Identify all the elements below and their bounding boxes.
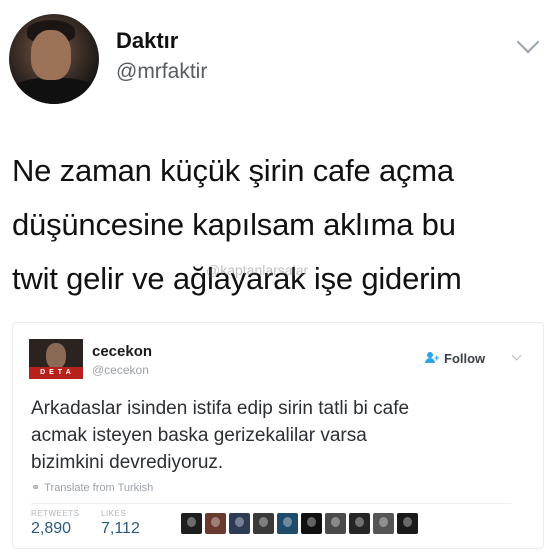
tweet-text: Ne zaman küçük şirin cafe açma düşüncesi…: [12, 144, 542, 306]
liker-avatar[interactable]: [229, 513, 250, 534]
retweets-stat[interactable]: RETWEETS 2,890: [31, 509, 79, 538]
quoted-display-name[interactable]: cecekon: [92, 343, 152, 360]
likes-label: LIKES: [101, 509, 127, 518]
tweet-text-line: twit gelir ve ağlayarak işe giderim: [12, 261, 462, 296]
quoted-tweet-card[interactable]: D E T A cecekon @cecekon + Follow Arkada…: [12, 322, 544, 549]
tweet-screenshot: Daktır @mrfaktir Ne zaman küçük şirin ca…: [0, 0, 554, 554]
liker-avatar[interactable]: [301, 513, 322, 534]
liker-avatar[interactable]: [397, 513, 418, 534]
user-handle[interactable]: @mrfaktir: [116, 60, 207, 84]
display-name[interactable]: Daktır: [116, 28, 178, 54]
quoted-text-line: Arkadaslar isinden istifa edip sirin tat…: [31, 398, 410, 419]
liker-avatar[interactable]: [349, 513, 370, 534]
chevron-down-icon[interactable]: [516, 30, 540, 54]
liker-avatar[interactable]: [253, 513, 274, 534]
follow-button[interactable]: + Follow: [425, 347, 485, 369]
liker-avatar[interactable]: [205, 513, 226, 534]
retweets-label: RETWEETS: [31, 509, 80, 518]
globe-icon: ⚭: [31, 482, 41, 494]
quoted-text-line: acmak isteyen baska gerizekalilar varsa: [31, 425, 367, 446]
liker-avatar[interactable]: [181, 513, 202, 534]
follow-label: Follow: [444, 350, 486, 366]
avatar-banner-text: D E T A: [29, 367, 83, 379]
add-user-icon: +: [425, 352, 439, 364]
quoted-user-handle[interactable]: @cecekon: [92, 363, 149, 377]
liker-avatar[interactable]: [373, 513, 394, 534]
liker-avatar[interactable]: [325, 513, 346, 534]
quoted-text-line: bizimkini devrediyoruz.: [31, 452, 224, 473]
tweet-text-line: Ne zaman küçük şirin cafe açma: [12, 153, 454, 188]
watermark: @kaptanlarsalar: [206, 262, 309, 278]
avatar[interactable]: [9, 14, 99, 104]
liker-avatar[interactable]: [277, 513, 298, 534]
quoted-tweet-text: Arkadaslar isinden istifa edip sirin tat…: [31, 395, 531, 476]
chevron-down-icon[interactable]: [511, 350, 522, 361]
likes-stat[interactable]: LIKES 7,112: [101, 509, 140, 538]
likers-avatars: [181, 513, 418, 534]
likes-count: 7,112: [101, 520, 140, 537]
translate-label: Translate from Turkish: [44, 481, 154, 494]
quoted-avatar[interactable]: D E T A: [29, 339, 83, 379]
tweet-text-line: düşüncesine kapılsam aklıma bu: [12, 207, 456, 242]
retweets-count: 2,890: [31, 520, 72, 537]
translate-link[interactable]: ⚭ Translate from Turkish: [31, 481, 154, 495]
divider: [31, 503, 511, 504]
